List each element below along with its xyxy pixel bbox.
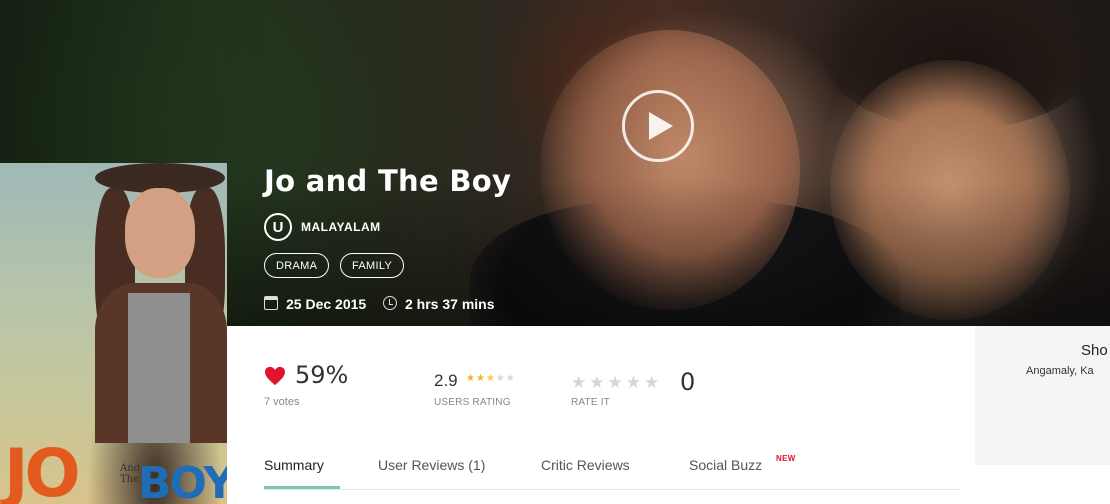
poster-art [125, 188, 195, 278]
genre-tag-drama[interactable]: DRAMA [264, 253, 330, 278]
star-icon: ★ [466, 373, 475, 384]
users-rating-label: USERS RATING [434, 397, 511, 408]
rate-star-1-icon[interactable]: ★ [571, 373, 586, 393]
tab-critic-reviews[interactable]: Critic Reviews [541, 457, 630, 473]
language-label: MALAYALAM [301, 220, 381, 234]
release-date: 25 Dec 2015 [286, 296, 367, 312]
like-percentage: 59% [295, 361, 349, 389]
my-rating-value: 0 [680, 368, 696, 396]
genre-tag-family[interactable]: FAMILY [340, 253, 405, 278]
showtimes-location[interactable]: Angamaly, Ka [1026, 365, 1094, 377]
play-icon [649, 112, 673, 140]
showtimes-panel[interactable]: Sho Angamaly, Ka [975, 326, 1110, 465]
rate-star-4-icon[interactable]: ★ [626, 373, 641, 393]
votes-count: 7 votes [264, 396, 300, 408]
play-trailer-button[interactable] [622, 90, 694, 162]
active-tab-indicator [264, 486, 340, 489]
tab-summary[interactable]: Summary [264, 457, 324, 473]
star-half-icon: ★ [485, 373, 495, 384]
tab-user-reviews[interactable]: User Reviews (1) [378, 457, 485, 473]
users-rating-stars: ★ ★ ★ ★ ★ [466, 373, 515, 384]
poster-logo-jo: JO [4, 435, 81, 504]
star-icon: ★ [475, 373, 485, 384]
rate-star-5-icon[interactable]: ★ [644, 373, 659, 393]
heart-icon[interactable] [264, 366, 286, 386]
clock-icon [383, 296, 397, 310]
rate-star-3-icon[interactable]: ★ [608, 373, 623, 393]
poster-art [128, 293, 190, 443]
content-tabs: Summary User Reviews (1) Critic Reviews … [264, 448, 959, 490]
calendar-icon [264, 296, 278, 310]
new-badge: NEW [776, 454, 796, 463]
movie-title: Jo and The Boy [264, 164, 512, 198]
poster-logo-boy: BOY [138, 458, 227, 504]
certificate-badge: U [264, 213, 292, 241]
movie-poster[interactable]: JO And The BOY [0, 163, 227, 504]
rate-star-2-icon[interactable]: ★ [589, 373, 604, 393]
star-icon: ★ [495, 373, 505, 384]
runtime: 2 hrs 37 mins [405, 296, 495, 312]
users-rating-value: 2.9 [434, 371, 458, 390]
star-icon: ★ [505, 373, 515, 384]
rate-it-label: RATE IT [571, 397, 610, 408]
rate-it-stars[interactable]: ★ ★ ★ ★ ★ [571, 373, 659, 393]
showtimes-title: Sho [1081, 342, 1108, 359]
tab-social-buzz[interactable]: Social Buzz [689, 457, 762, 473]
